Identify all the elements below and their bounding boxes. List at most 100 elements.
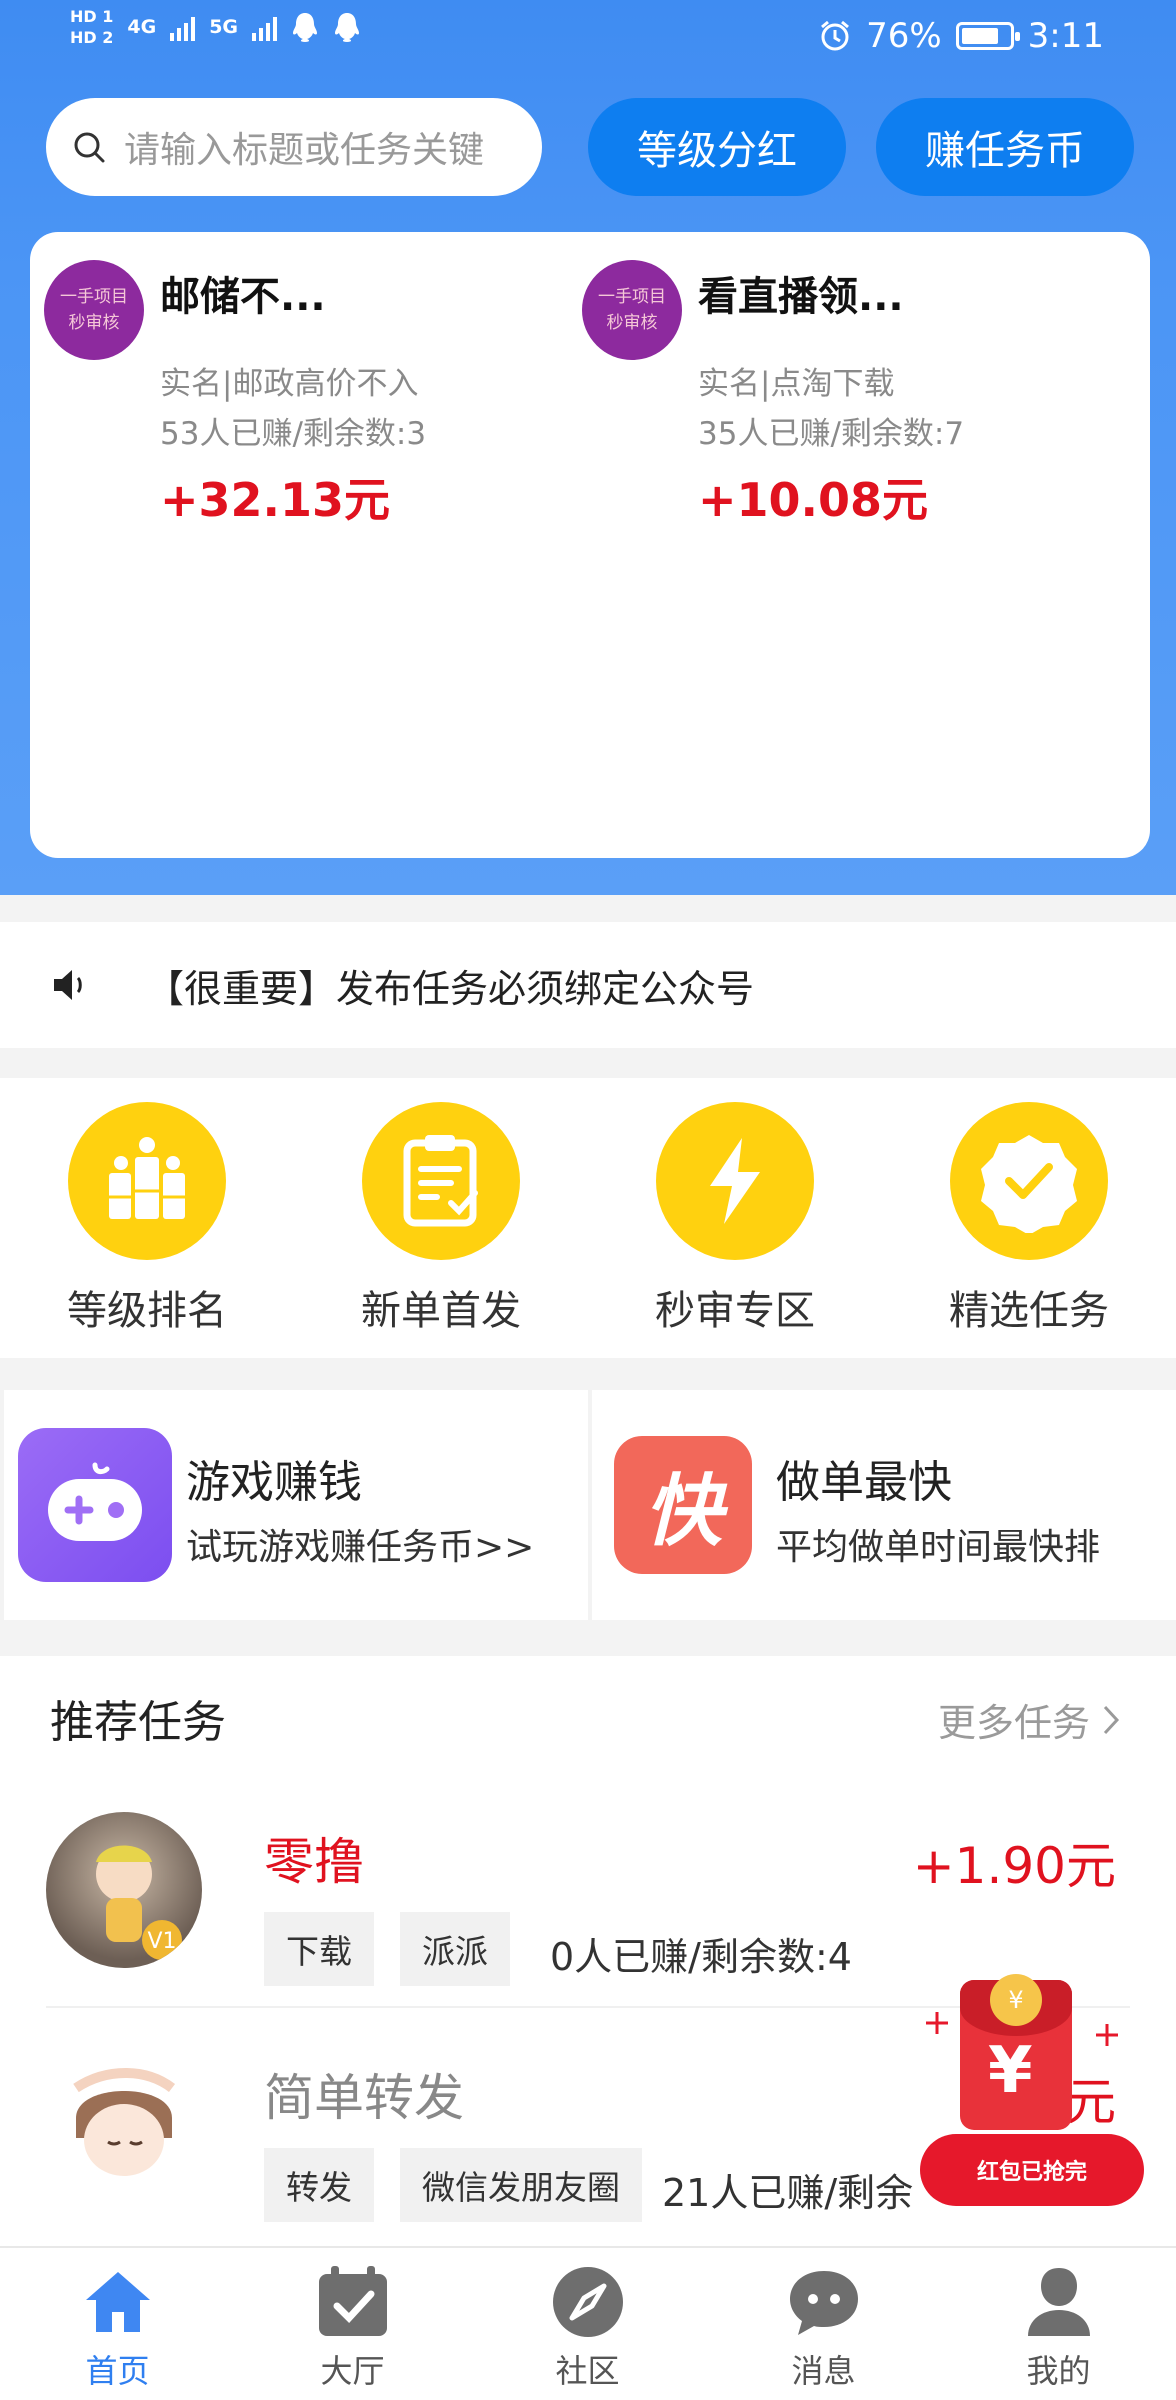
- gamepad-icon: [18, 1428, 172, 1582]
- level-dividend-button[interactable]: 等级分红: [588, 98, 846, 196]
- compass-icon: [550, 2264, 626, 2340]
- chevron-right-icon: [1103, 1705, 1120, 1734]
- status-bar: HD 1 HD 2 4G 5G 76% 3:11: [0, 0, 1176, 72]
- more-tasks-link[interactable]: 更多任务: [938, 1692, 1120, 1747]
- ranking-icon: [68, 1102, 226, 1260]
- bottom-tab-bar: 首页 大厅 社区 消息 我的: [0, 2246, 1176, 2400]
- clock-time: 3:11: [1027, 16, 1104, 56]
- avatar: [46, 2048, 202, 2204]
- featured-task-title: 邮储不...: [160, 274, 326, 320]
- featured-task-card[interactable]: 一手项目 秒审核 看直播领... 实名|点淘下载 35人已赚/剩余数:7 +10…: [568, 246, 1108, 527]
- red-packet-widget[interactable]: ¥ ¥ 红包已抢完: [920, 1960, 1150, 2210]
- tab-label: 社区: [555, 2352, 620, 2390]
- task-stats: 21人已赚/剩余: [662, 2171, 914, 2215]
- task-row[interactable]: V1 零撸 下载 派派 0人已赚/剩余数:4 +1.90元: [46, 1812, 1130, 1986]
- badge-line1: 一手项目: [598, 287, 666, 307]
- task-badge: 一手项目 秒审核: [44, 260, 144, 360]
- battery-percent: 76%: [866, 16, 942, 56]
- featured-task-card[interactable]: 一手项目 秒审核 邮储不... 实名|邮政高价不入 53人已赚/剩余数:3 +3…: [30, 246, 570, 527]
- qq-icon: [293, 13, 318, 42]
- badge-line1: 一手项目: [60, 287, 128, 307]
- signal-icon-2: [252, 13, 278, 41]
- fast-icon-glyph: 快: [643, 1467, 722, 1557]
- sparkle-icon: [1096, 2024, 1118, 2046]
- category-label: 精选任务: [949, 1288, 1109, 1334]
- badge-line2: 秒审核: [68, 313, 120, 333]
- announcement-text: 【很重要】发布任务必须绑定公众号: [146, 966, 755, 1011]
- clipboard-icon: [362, 1102, 520, 1260]
- badge-line2: 秒审核: [606, 313, 658, 333]
- hd1-label: HD 1: [70, 7, 114, 26]
- qq-icon-2: [335, 13, 360, 42]
- promo-title: 做单最快: [776, 1457, 952, 1508]
- task-title: 零撸: [264, 1833, 364, 1891]
- search-input[interactable]: 请输入标题或任务关键: [46, 98, 542, 196]
- task-tag: 转发: [264, 2148, 374, 2222]
- search-placeholder: 请输入标题或任务关键: [124, 130, 485, 171]
- hd2-label: HD 2: [70, 28, 114, 47]
- task-tag: 派派: [400, 1912, 510, 1986]
- tab-label: 首页: [85, 2352, 150, 2390]
- category-selected-tasks[interactable]: 精选任务: [882, 1102, 1176, 1336]
- announcement-bar[interactable]: 【很重要】发布任务必须绑定公众号: [0, 922, 1176, 1048]
- featured-task-desc: 实名|邮政高价不入: [160, 366, 419, 402]
- category-ranking[interactable]: 等级排名: [0, 1102, 294, 1336]
- category-label: 新单首发: [361, 1288, 521, 1334]
- network-5g-label: 5G: [209, 16, 239, 38]
- category-instant-review[interactable]: 秒审专区: [588, 1102, 882, 1336]
- tab-hall[interactable]: 大厅: [235, 2264, 470, 2392]
- avatar: V1: [46, 1812, 202, 1968]
- tab-label: 我的: [1026, 2352, 1091, 2390]
- recommended-title: 推荐任务: [50, 1697, 226, 1748]
- tab-messages[interactable]: 消息: [706, 2264, 941, 2392]
- battery-icon: [955, 22, 1020, 50]
- promo-fastest-orders[interactable]: 快 做单最快 平均做单时间最快排: [592, 1390, 1176, 1620]
- task-title: 简单转发: [264, 2069, 464, 2127]
- speaker-icon: [54, 970, 82, 1000]
- fast-icon: 快: [614, 1436, 752, 1574]
- search-icon: [74, 132, 105, 163]
- tab-mine[interactable]: 我的: [941, 2264, 1176, 2392]
- yuan-symbol: ¥: [988, 2034, 1033, 2108]
- promo-subtitle: 试玩游戏赚任务币>>: [186, 1527, 535, 1568]
- featured-tasks-panel: 一手项目 秒审核 邮储不... 实名|邮政高价不入 53人已赚/剩余数:3 +3…: [30, 232, 1150, 858]
- tab-label: 消息: [791, 2352, 856, 2390]
- task-price: +1.90元: [912, 1837, 1116, 1895]
- sparkle-icon: [926, 2012, 948, 2034]
- earn-coins-button[interactable]: 赚任务币: [876, 98, 1134, 196]
- calendar-check-icon: [315, 2264, 391, 2340]
- home-icon: [80, 2264, 156, 2340]
- task-tag: 微信发朋友圈: [400, 2148, 642, 2222]
- more-tasks-label: 更多任务: [937, 1701, 1090, 1745]
- featured-task-price: +10.08元: [698, 473, 929, 527]
- tab-community[interactable]: 社区: [470, 2264, 705, 2392]
- tab-home[interactable]: 首页: [0, 2264, 235, 2392]
- featured-task-price: +32.13元: [160, 473, 391, 527]
- featured-task-stats: 53人已赚/剩余数:3: [160, 416, 427, 452]
- network-4g-label: 4G: [127, 16, 157, 38]
- featured-task-title: 看直播领...: [698, 274, 904, 320]
- promo-game-earn[interactable]: 游戏赚钱 试玩游戏赚任务币>>: [4, 1390, 588, 1620]
- coin-icon: ¥: [990, 1974, 1042, 2026]
- task-tag: 下载: [264, 1912, 374, 1986]
- chat-bubble-icon: [786, 2264, 862, 2340]
- featured-task-desc: 实名|点淘下载: [698, 366, 895, 402]
- signal-icon: [170, 13, 196, 41]
- alarm-icon: [821, 20, 850, 51]
- level-badge: V1: [147, 1929, 176, 1954]
- featured-task-stats: 35人已赚/剩余数:7: [698, 416, 965, 452]
- check-badge-icon: [950, 1102, 1108, 1260]
- task-stats: 0人已赚/剩余数:4: [550, 1935, 852, 1979]
- promo-subtitle: 平均做单时间最快排: [776, 1527, 1101, 1568]
- hd-indicator: HD 1 HD 2: [70, 8, 113, 46]
- lightning-icon: [656, 1102, 814, 1260]
- promo-title: 游戏赚钱: [186, 1457, 362, 1508]
- category-label: 等级排名: [67, 1288, 227, 1334]
- category-grid: 等级排名 新单首发 秒审专区 精选任务: [0, 1078, 1176, 1358]
- tab-label: 大厅: [320, 2352, 385, 2390]
- category-label: 秒审专区: [655, 1288, 815, 1334]
- red-packet-button[interactable]: 红包已抢完: [920, 2134, 1144, 2206]
- user-icon: [1021, 2264, 1097, 2340]
- task-badge: 一手项目 秒审核: [582, 260, 682, 360]
- category-new-orders[interactable]: 新单首发: [294, 1102, 588, 1336]
